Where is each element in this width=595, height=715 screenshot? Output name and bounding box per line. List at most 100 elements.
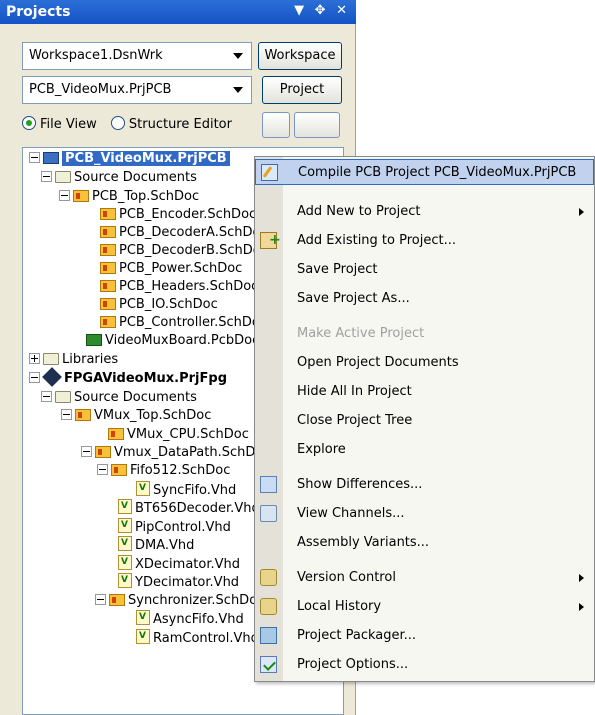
menu-item-label: Project Packager... (297, 628, 417, 643)
tree-item-label: PCB_DecoderA.SchDoc (119, 225, 268, 240)
structure-editor-radio[interactable] (110, 116, 125, 130)
menu-item-explore[interactable]: Explore (255, 437, 594, 463)
menu-item-project-packager[interactable]: Project Packager... (255, 623, 594, 649)
tree-item[interactable]: Synchronizer.SchDoc (95, 592, 264, 610)
menu-item-label: Add Existing to Project... (297, 233, 456, 248)
tree-item[interactable]: FPGAVideoMux.PrjFpg (29, 367, 228, 388)
file-view-radio[interactable] (22, 116, 36, 130)
tree-item[interactable]: PCB_DecoderB.SchDoc (100, 242, 268, 260)
schematic-icon (100, 262, 116, 274)
menu-item-project-options[interactable]: Project Options... (255, 652, 594, 678)
tree-item-label: VMux_Top.SchDoc (94, 408, 212, 423)
vhdl-icon (118, 536, 132, 551)
submenu-arrow-icon (579, 208, 584, 216)
tree-item-label: Fifo512.SchDoc (130, 463, 231, 478)
collapse-icon[interactable] (41, 171, 52, 182)
tree-item[interactable]: SyncFifo.Vhd (136, 481, 236, 499)
tree-item[interactable]: Source Documents (41, 389, 197, 407)
tree-item-label: VideoMuxBoard.PcbDoc (105, 333, 260, 348)
tree-item[interactable]: YDecimator.Vhd (118, 573, 239, 591)
tree-item[interactable]: Libraries (29, 351, 118, 369)
view-toggle-icon[interactable] (262, 112, 290, 138)
workspace-combo[interactable]: Workspace1.DsnWrk (22, 42, 252, 70)
collapse-icon[interactable] (29, 152, 40, 163)
workspace-button[interactable]: Workspace (258, 42, 342, 70)
tree-item[interactable]: PCB_Power.SchDoc (100, 260, 242, 278)
lock-icon (260, 569, 277, 586)
expand-icon[interactable] (29, 353, 40, 364)
menu-item-label: View Channels... (297, 506, 405, 521)
chevron-down-icon (233, 53, 243, 59)
tree-item-label: PCB_DecoderB.SchDoc (119, 243, 268, 258)
collapse-icon[interactable] (95, 594, 106, 605)
menu-item-label: Local History (297, 599, 382, 614)
tree-item[interactable]: PCB_DecoderA.SchDoc (100, 224, 268, 242)
menu-item-save-project[interactable]: Save Project (255, 257, 594, 283)
pcb-icon (86, 334, 102, 346)
tree-item[interactable]: BT656Decoder.Vhd (118, 499, 260, 517)
file-view-label: File View (40, 117, 97, 132)
menu-item-view-channels[interactable]: View Channels... (255, 501, 594, 527)
tree-item-label: Vmux_DataPath.SchDoc (114, 445, 271, 460)
tree-item[interactable]: XDecimator.Vhd (118, 555, 240, 573)
menu-item-label: Project Options... (297, 657, 409, 672)
menu-item-label: Hide All In Project (297, 384, 412, 399)
context-menu: Compile PCB Project PCB_VideoMux.PrjPCB A… (254, 156, 595, 682)
collapse-icon[interactable] (97, 464, 108, 475)
tree-item[interactable]: PCB_IO.SchDoc (100, 296, 218, 314)
collapse-icon[interactable] (61, 409, 72, 420)
differences-icon (260, 476, 277, 493)
schematic-icon (100, 226, 116, 238)
menu-item-add-existing-to-project[interactable]: Add Existing to Project... (255, 227, 594, 254)
project-combo-value: PCB_VideoMux.PrjPCB (29, 82, 172, 97)
menu-item-local-history[interactable]: Local History (255, 594, 594, 620)
menu-item-close-project-tree[interactable]: Close Project Tree (255, 408, 594, 434)
chevron-down-icon (233, 87, 243, 93)
tree-item[interactable]: PipControl.Vhd (118, 518, 231, 536)
project-combo[interactable]: PCB_VideoMux.PrjPCB (22, 76, 252, 104)
tree-item-label: Libraries (62, 352, 119, 367)
submenu-arrow-icon (579, 574, 584, 582)
tree-item[interactable]: VMux_CPU.SchDoc (108, 426, 249, 444)
tree-item[interactable]: Vmux_DataPath.SchDoc (81, 444, 270, 462)
schematic-icon (75, 409, 91, 421)
tree-item[interactable]: PCB_Encoder.SchDoc (100, 206, 256, 224)
tree-item[interactable]: Source Documents (41, 169, 197, 187)
compile-icon (261, 164, 278, 181)
collapse-icon[interactable] (59, 190, 70, 201)
tree-item[interactable]: VideoMuxBoard.PcbDoc (86, 332, 259, 350)
tree-item[interactable]: Fifo512.SchDoc (97, 462, 230, 480)
tree-item[interactable]: VMux_Top.SchDoc (61, 407, 211, 425)
menu-item-open-project-documents[interactable]: Open Project Documents (255, 350, 594, 376)
collapse-icon[interactable] (41, 391, 52, 402)
tree-item-label: Source Documents (74, 170, 197, 185)
menu-item-add-new-to-project[interactable]: Add New to Project (255, 199, 594, 225)
schematic-icon (100, 244, 116, 256)
menu-item-save-project-as[interactable]: Save Project As... (255, 286, 594, 312)
menu-item-version-control[interactable]: Version Control (255, 565, 594, 591)
menu-item-compile-pcb-project-pcb-videomux-prjpcb[interactable]: Compile PCB Project PCB_VideoMux.PrjPCB (255, 159, 594, 185)
menu-item-show-differences[interactable]: Show Differences... (255, 472, 594, 498)
tree-item[interactable]: RamControl.Vhd (136, 629, 259, 647)
vhdl-icon (118, 518, 132, 533)
menu-item-make-active-project: Make Active Project (255, 321, 594, 347)
menu-item-hide-all-in-project[interactable]: Hide All In Project (255, 379, 594, 405)
project-button[interactable]: Project (262, 76, 342, 104)
vhdl-icon (136, 610, 150, 625)
tree-item[interactable]: DMA.Vhd (118, 536, 194, 554)
tree-item[interactable]: PCB_Controller.SchDoc (100, 314, 267, 332)
tree-item-label: FPGAVideoMux.PrjFpg (64, 371, 228, 386)
folder-icon (55, 171, 71, 183)
tree-item[interactable]: PCB_Top.SchDoc (59, 188, 199, 206)
schematic-icon (100, 208, 116, 220)
collapse-icon[interactable] (29, 372, 40, 383)
panel-controls[interactable]: ▼ ✥ ✕ (294, 3, 350, 18)
collapse-icon[interactable] (81, 446, 92, 457)
menu-item-assembly-variants[interactable]: Assembly Variants... (255, 530, 594, 556)
tree-item[interactable]: PCB_Headers.SchDoc (100, 278, 258, 296)
add-existing-icon (260, 227, 281, 253)
tree-item[interactable]: PCB_VideoMux.PrjPCB (29, 150, 230, 168)
project-options-dropdown-icon[interactable] (294, 112, 340, 138)
channels-icon (260, 505, 277, 522)
tree-item[interactable]: AsyncFifo.Vhd (136, 610, 244, 628)
